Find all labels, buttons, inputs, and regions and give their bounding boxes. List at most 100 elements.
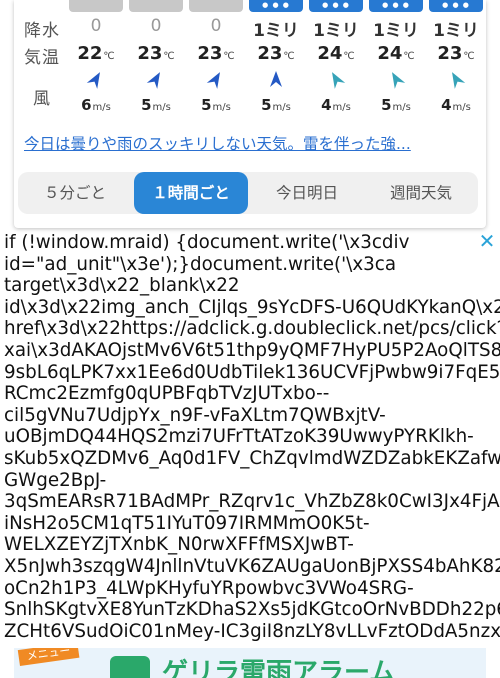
row-labels: 降水 気温 風 bbox=[14, 0, 66, 116]
code-line: oCn2h1P3_4LWpKHyfuYRpowbvc3VWo4SRG- bbox=[4, 577, 414, 599]
hour-column: ● ● ● 1ミリ 24℃ 4m/s bbox=[306, 0, 366, 122]
wind-value: 4 bbox=[441, 96, 452, 114]
code-line: GWge2BpJ- bbox=[4, 469, 107, 491]
code-line: target\x3d\x22_blank\x22 bbox=[4, 275, 240, 297]
rain-band bbox=[69, 0, 123, 12]
wind-unit: m/s bbox=[152, 102, 171, 113]
precip-value: 1ミリ bbox=[253, 21, 299, 41]
precip-value: 1ミリ bbox=[433, 21, 479, 41]
wind-unit: m/s bbox=[272, 102, 291, 113]
precip-value: 0 bbox=[210, 16, 222, 36]
hour-column: ● ● ● 1ミリ 24℃ 5m/s bbox=[366, 0, 426, 122]
wind-unit: m/s bbox=[392, 102, 411, 113]
tab-today-tomorrow[interactable]: 今日明日 bbox=[250, 172, 364, 214]
forecast-tab-bar: ５分ごと １時間ごと 今日明日 週間天気 bbox=[18, 172, 478, 214]
wind-direction-arrow-icon bbox=[146, 72, 160, 89]
precip-value: 1ミリ bbox=[313, 21, 359, 41]
temp-cell: 24℃ bbox=[306, 43, 366, 64]
wind-value: 5 bbox=[201, 96, 212, 114]
temp-cell: 23℃ bbox=[426, 43, 486, 64]
precip-value: 0 bbox=[150, 16, 162, 36]
guerrilla-alarm-banner[interactable]: メニュー ゲリラ雷雨アラーム bbox=[14, 648, 486, 678]
code-line: uOBjmDQ44HQS2mzi7UFrTtATzoK39UwwyPYRKlkh… bbox=[4, 426, 474, 448]
code-line: ZCHt6VSudOiC01nMey-IC3giI8nzLY8vLLvFztOD… bbox=[4, 620, 500, 642]
code-line: X5nJwh3szqgW4JnllnVtuVK6ZAUgaUonBjPXSS4b… bbox=[4, 555, 500, 577]
wind-unit: m/s bbox=[212, 102, 231, 113]
app-logo-icon bbox=[110, 656, 150, 678]
precip-value: 0 bbox=[90, 16, 102, 36]
wind-cell: 6m/s bbox=[66, 96, 126, 114]
precip-row-label: 降水 bbox=[24, 21, 60, 41]
temp-cell: 24℃ bbox=[366, 43, 426, 64]
banner-ribbon: メニュー bbox=[17, 648, 80, 666]
precip-value: 1ミリ bbox=[373, 21, 419, 41]
code-line: xai\x3dAKAOjstMv6V6t51thp9yQMF7HyPU5P2Ao… bbox=[4, 339, 500, 361]
temp-cell: 22℃ bbox=[66, 43, 126, 64]
rain-dots-icon: ● ● ● bbox=[382, 1, 410, 9]
temp-value: 23 bbox=[197, 43, 223, 64]
wind-direction-arrow-icon bbox=[206, 72, 220, 89]
code-line: 9sbL6qLPK7xx1Ee6d0UdbTilek136UCVFjPwbw9i… bbox=[4, 361, 500, 383]
hourly-weather-card: 降水 気温 風 0 22℃ 6m/s 0 23℃ 5m/s 0 23℃ 5m/s ● ● ● 1ミリ… bbox=[14, 0, 486, 228]
wind-unit: m/s bbox=[92, 102, 111, 113]
wind-cell: 4m/s bbox=[306, 96, 366, 114]
code-line: cil5gVNu7UdjpYx_n9F-vFaXLtm7QWBxjtV- bbox=[4, 404, 386, 426]
rain-band bbox=[189, 0, 243, 12]
wind-value: 5 bbox=[141, 96, 152, 114]
wind-direction-arrow-icon bbox=[332, 72, 346, 89]
wind-value: 6 bbox=[81, 96, 92, 114]
rain-dots-icon: ● ● ● bbox=[262, 1, 290, 9]
code-line: sKub5xQZDMv6_Aq0d1FV_ChZqvlmdWZDZabkEKZa… bbox=[4, 447, 500, 469]
temp-unit: ℃ bbox=[403, 51, 415, 62]
rain-dots-icon: ● ● ● bbox=[442, 1, 470, 9]
temp-value: 24 bbox=[377, 43, 403, 64]
tab-hourly[interactable]: １時間ごと bbox=[134, 172, 248, 214]
code-line: 3qSmEARsR71BAdMPr_RZqrv1c_VhZbZ8k0CwI3Jx… bbox=[4, 491, 500, 513]
code-line: WELXZEYZjTXnbK_N0rwXFFfMSXJwBT- bbox=[4, 534, 354, 556]
temp-unit: ℃ bbox=[343, 51, 355, 62]
temp-value: 23 bbox=[137, 43, 163, 64]
wind-direction-arrow-icon bbox=[270, 71, 282, 87]
code-line: iNsH2o5CM1qT51IYuT097IRMMmO0K5t- bbox=[4, 512, 370, 534]
hour-column: 0 22℃ 6m/s bbox=[66, 0, 126, 122]
wind-value: 5 bbox=[261, 96, 272, 114]
temp-unit: ℃ bbox=[283, 51, 295, 62]
code-line: if (!window.mraid) {document.write('\x3c… bbox=[4, 232, 410, 253]
code-line: SnlhSKgtvXE8YunTzKDhaS2Xs5jdKGtcoOrNvBDD… bbox=[4, 599, 500, 621]
wind-cell: 4m/s bbox=[426, 96, 486, 114]
code-line: RCmc2Ezmfg0qUPBFqbTVzJUTxbo-- bbox=[4, 383, 330, 405]
temp-value: 24 bbox=[317, 43, 343, 64]
hour-column: ● ● ● 1ミリ 23℃ 5m/s bbox=[246, 0, 306, 122]
wind-value: 5 bbox=[381, 96, 392, 114]
wind-direction-arrow-icon bbox=[452, 72, 466, 89]
wind-cell: 5m/s bbox=[246, 96, 306, 114]
wind-direction-arrow-icon bbox=[86, 72, 100, 89]
rain-dots-icon: ● ● ● bbox=[322, 1, 350, 9]
ad-close-icon[interactable]: ✕ bbox=[478, 231, 496, 251]
temp-row-label: 気温 bbox=[24, 48, 60, 68]
hour-column: ● ● ● 1ミリ 23℃ 4m/s bbox=[426, 0, 486, 122]
temp-cell: 23℃ bbox=[186, 43, 246, 64]
wind-cell: 5m/s bbox=[126, 96, 186, 114]
tab-5min[interactable]: ５分ごと bbox=[18, 172, 132, 214]
code-line: id\x3d\x22img_anch_CIjlqs_9sYcDFS-U6QUdK… bbox=[4, 296, 500, 318]
temp-value: 23 bbox=[257, 43, 283, 64]
temp-cell: 23℃ bbox=[246, 43, 306, 64]
code-line: id="ad_unit"\x3e');}document.write('\x3c… bbox=[4, 253, 397, 275]
temp-unit: ℃ bbox=[223, 51, 235, 62]
code-line: href\x3d\x22https://adclick.g.doubleclic… bbox=[4, 318, 500, 340]
temp-unit: ℃ bbox=[163, 51, 175, 62]
tab-weekly[interactable]: 週間天気 bbox=[364, 172, 478, 214]
wind-value: 4 bbox=[321, 96, 332, 114]
hourly-columns[interactable]: 0 22℃ 6m/s 0 23℃ 5m/s 0 23℃ 5m/s ● ● ● 1ミリ 23℃ 5m/s ●… bbox=[66, 0, 486, 122]
temp-unit: ℃ bbox=[103, 51, 115, 62]
wind-direction-arrow-icon bbox=[392, 72, 406, 89]
hour-column: 0 23℃ 5m/s bbox=[126, 0, 186, 122]
temp-value: 22 bbox=[77, 43, 103, 64]
temp-cell: 23℃ bbox=[126, 43, 186, 64]
wind-unit: m/s bbox=[332, 102, 351, 113]
weather-summary-link[interactable]: 今日は曇りや雨のスッキリしない天気。雷を伴った強... bbox=[24, 132, 480, 154]
banner-title: ゲリラ雷雨アラーム bbox=[162, 658, 396, 678]
ad-code-text: if (!window.mraid) {document.write('\x3c… bbox=[4, 232, 500, 644]
hour-column: 0 23℃ 5m/s bbox=[186, 0, 246, 122]
